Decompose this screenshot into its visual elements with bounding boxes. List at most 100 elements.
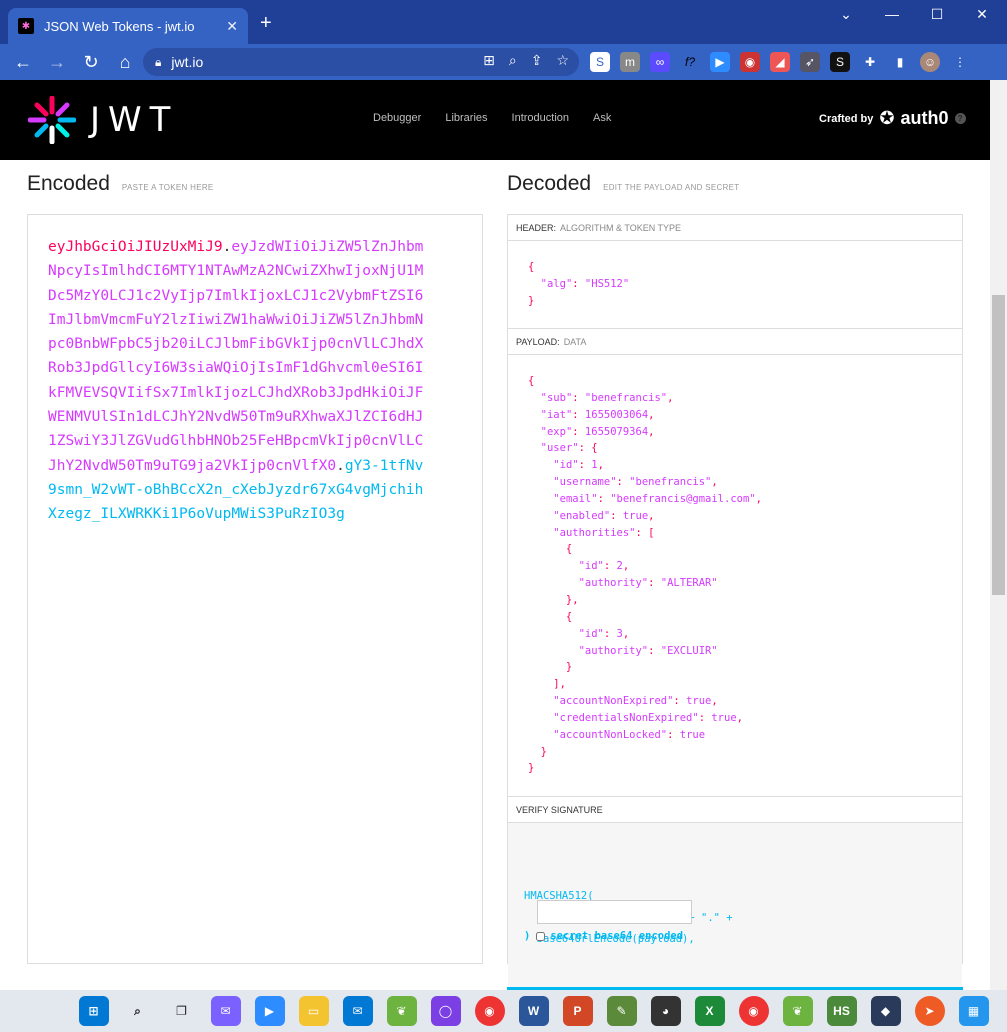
decoded-title-row: Decoded EDIT THE PAYLOAD AND SECRET xyxy=(507,172,740,196)
notepad-icon[interactable]: ✎ xyxy=(606,996,637,1026)
side-panel-icon[interactable]: ▮ xyxy=(890,52,910,72)
site-header: JWT Debugger Libraries Introduction Ask … xyxy=(0,80,990,160)
header-section-label: HEADER: ALGORITHM & TOKEN TYPE xyxy=(508,215,962,241)
encoded-token-editor[interactable]: eyJhbGciOiJIUzUxMiJ9.eyJzdWIiOiJiZW5lZnJ… xyxy=(27,214,483,964)
token-dot: . xyxy=(336,457,345,474)
teams-chat-icon[interactable]: ✉ xyxy=(210,996,241,1026)
maximize-button[interactable]: ☐ xyxy=(917,6,957,23)
site-nav: Debugger Libraries Introduction Ask xyxy=(373,112,611,124)
browser-toolbar: ← → ↻ ⌂ 🔒︎ jwt.io ⊞ ⌕ ⇪ ☆ S m ∞ f? ▶ ◉ ◢… xyxy=(0,44,1007,80)
chrome-icon[interactable]: ◉ xyxy=(474,996,505,1026)
share-icon[interactable]: ⇪ xyxy=(531,52,543,69)
forward-arrow-icon[interactable]: → xyxy=(40,52,74,73)
windows-taskbar: ⊞ ⌕ ❐ ✉ ▶ ▭ ✉ ❦ ◯ ◉ W P ✎ ◕ X ◉ ❦ HS ◆ ➤… xyxy=(0,990,1007,1032)
encoded-title-row: Encoded PASTE A TOKEN HERE xyxy=(27,172,214,196)
zoom-icon[interactable]: ▶ xyxy=(254,996,285,1026)
app-dark-icon[interactable]: ◆ xyxy=(870,996,901,1026)
reload-icon[interactable]: ↻ xyxy=(74,52,108,73)
header-json-editor[interactable]: { "alg": "HS512" } xyxy=(508,241,962,329)
hs-app-icon[interactable]: HS xyxy=(826,996,857,1026)
extension-record-icon[interactable]: ◉ xyxy=(740,52,760,72)
spring-boot-icon[interactable]: ❦ xyxy=(782,996,813,1026)
token-text[interactable]: eyJhbGciOiJIUzUxMiJ9.eyJzdWIiOiJiZW5lZnJ… xyxy=(48,235,428,527)
minimize-button[interactable]: — xyxy=(872,6,912,22)
secret-input[interactable] xyxy=(537,900,692,924)
github-icon[interactable]: ◕ xyxy=(650,996,681,1026)
file-explorer-icon[interactable]: ▭ xyxy=(298,996,329,1026)
auth0-star-icon: ✪ xyxy=(879,108,895,128)
extension-s2-icon[interactable]: S xyxy=(830,52,850,72)
payload-section-label: PAYLOAD: DATA xyxy=(508,329,962,355)
logo-text: JWT xyxy=(90,100,179,140)
spring-tools-icon[interactable]: ❦ xyxy=(386,996,417,1026)
browser-tab-bar: ✱ JSON Web Tokens - jwt.io ✕ + ⌄ — ☐ ✕ xyxy=(0,0,1007,44)
nav-libraries[interactable]: Libraries xyxy=(445,112,487,124)
docker-icon[interactable]: ▦ xyxy=(958,996,989,1026)
verify-signature-label: VERIFY SIGNATURE xyxy=(508,797,962,823)
encoded-title: Encoded xyxy=(27,172,110,195)
close-window-button[interactable]: ✕ xyxy=(962,6,1002,23)
home-icon[interactable]: ⌂ xyxy=(108,52,142,73)
browser-tab[interactable]: ✱ JSON Web Tokens - jwt.io ✕ xyxy=(8,8,248,44)
payload-label: PAYLOAD: xyxy=(516,336,560,347)
nav-ask[interactable]: Ask xyxy=(593,112,611,124)
auth0-brand: auth0 xyxy=(900,108,949,128)
token-payload-part: eyJzdWIiOiJiZW5lZnJhbmNpcyIsImlhdCI6MTY1… xyxy=(48,239,424,474)
task-view-icon[interactable]: ❐ xyxy=(167,996,197,1026)
tab-search-chevron-down-icon[interactable]: ⌄ xyxy=(826,6,866,23)
decoded-panel: HEADER: ALGORITHM & TOKEN TYPE { "alg": … xyxy=(507,214,963,989)
bookmark-star-icon[interactable]: ☆ xyxy=(556,52,569,69)
jwt-favicon-icon: ✱ xyxy=(18,18,34,34)
header-sublabel: ALGORITHM & TOKEN TYPE xyxy=(560,222,682,233)
extension-zoom-icon[interactable]: ▶ xyxy=(710,52,730,72)
verify-close-paren: ) xyxy=(524,930,531,942)
extension-function-icon[interactable]: f? xyxy=(680,52,700,72)
crafted-by-auth0[interactable]: Crafted by ✪ auth0 ? xyxy=(819,108,966,129)
powerpoint-icon[interactable]: P xyxy=(562,996,593,1026)
scrollbar-thumb[interactable] xyxy=(992,295,1005,595)
excel-icon[interactable]: X xyxy=(694,996,725,1026)
chrome-profile-icon[interactable]: ◉ xyxy=(738,996,769,1026)
search-icon[interactable]: ⌕ xyxy=(123,996,153,1026)
help-question-icon[interactable]: ? xyxy=(954,113,966,124)
extensions-bar: S m ∞ f? ▶ ◉ ◢ ➶ S ✚ ▮ ☺ ⋮ xyxy=(590,52,970,72)
token-header-part: eyJhbGciOiJIUzUxMiJ9 xyxy=(48,239,223,255)
extension-s-icon[interactable]: S xyxy=(590,52,610,72)
header-label: HEADER: xyxy=(516,222,557,233)
word-icon[interactable]: W xyxy=(518,996,549,1026)
address-bar[interactable]: 🔒︎ jwt.io ⊞ ⌕ ⇪ ☆ xyxy=(143,48,579,76)
payload-sublabel: DATA xyxy=(563,336,587,347)
payload-json-editor[interactable]: { "sub": "benefrancis", "iat": 165500306… xyxy=(508,355,962,797)
profile-avatar[interactable]: ☺ xyxy=(920,52,940,72)
crafted-by-label: Crafted by xyxy=(819,112,874,125)
menu-kebab-icon[interactable]: ⋮ xyxy=(950,52,970,72)
jwt-logo[interactable]: JWT xyxy=(28,96,178,144)
new-tab-button[interactable]: + xyxy=(260,12,272,35)
decoded-title: Decoded xyxy=(507,172,592,195)
url-text: jwt.io xyxy=(171,54,204,70)
tab-title: JSON Web Tokens - jwt.io xyxy=(44,18,195,34)
extension-rocket-icon[interactable]: ➶ xyxy=(800,52,820,72)
nav-debugger[interactable]: Debugger xyxy=(373,112,421,124)
back-arrow-icon[interactable]: ← xyxy=(6,52,40,73)
extension-megaphone-icon[interactable]: ◢ xyxy=(770,52,790,72)
lock-icon[interactable]: 🔒︎ xyxy=(155,55,161,70)
extensions-puzzle-icon[interactable]: ✚ xyxy=(860,52,880,72)
jwt-logo-mark-icon xyxy=(28,96,76,144)
secret-base64-checkbox[interactable] xyxy=(536,932,546,942)
nav-introduction[interactable]: Introduction xyxy=(512,112,569,124)
zoom-icon[interactable]: ⌕ xyxy=(509,52,517,69)
translate-icon[interactable]: ⊞ xyxy=(483,52,495,69)
app-circle-icon[interactable]: ◯ xyxy=(430,996,461,1026)
extension-link-icon[interactable]: ∞ xyxy=(650,52,670,72)
mail-icon[interactable]: ✉ xyxy=(342,996,373,1026)
postman-icon[interactable]: ➤ xyxy=(914,996,945,1026)
page-viewport: JWT Debugger Libraries Introduction Ask … xyxy=(0,80,990,990)
encoded-subtitle: PASTE A TOKEN HERE xyxy=(121,183,214,192)
windows-start-icon[interactable]: ⊞ xyxy=(78,996,109,1026)
page-scrollbar[interactable] xyxy=(990,80,1007,990)
secret-base64-row: ) secret base64 encoded xyxy=(524,926,683,948)
extension-m-icon[interactable]: m xyxy=(620,52,640,72)
close-tab-icon[interactable]: ✕ xyxy=(226,18,238,35)
decoded-subtitle: EDIT THE PAYLOAD AND SECRET xyxy=(603,183,740,192)
